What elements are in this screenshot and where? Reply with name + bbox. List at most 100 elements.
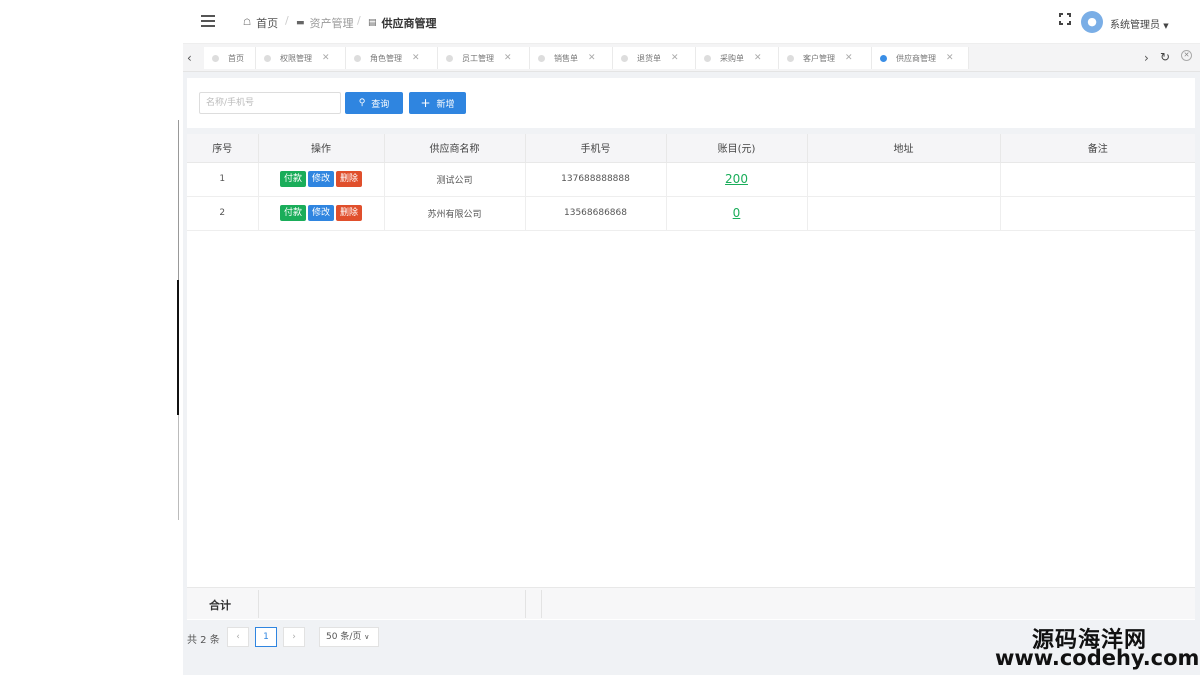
tab-label: 销售单 [554,53,578,63]
column-divider [258,590,259,618]
close-circle-icon[interactable]: ✕ [1181,50,1192,61]
page-size-select[interactable]: 50 条/页 ∨ [319,627,379,647]
breadcrumb-home[interactable]: ☖ 首页 [243,15,278,31]
column-header[interactable]: 序号 [187,134,259,163]
close-icon[interactable]: ✕ [671,53,679,63]
tab-label: 员工管理 [462,53,494,63]
amount-cell: 0 [666,196,808,231]
column-divider [541,590,542,618]
tab-dot [621,54,628,62]
tab-staff[interactable]: 员工管理 ✕ [438,47,530,69]
left-edge-line [177,280,179,415]
add-button[interactable]: + 新增 [409,92,466,114]
address-cell [807,196,1001,231]
supplier-phone: 13568686868 [525,196,667,231]
close-icon[interactable]: ✕ [754,53,762,63]
query-button[interactable]: ⚲ 查询 [345,92,403,114]
remark-cell [1000,196,1195,231]
tab-role[interactable]: 角色管理 ✕ [346,47,438,69]
tab-permission[interactable]: 权限管理 ✕ [256,47,346,69]
refresh-icon[interactable]: ↻ [1160,50,1170,64]
search-input[interactable] [199,92,341,114]
supplier-phone: 137688888888 [525,162,667,197]
tab-dot [880,54,887,62]
delete-button[interactable]: 删除 [336,205,363,221]
home-icon: ☖ [243,18,252,28]
tab-label: 采购单 [720,53,744,63]
breadcrumb-separator: / [285,14,289,27]
page-size-label: 50 条/页 [326,632,362,642]
close-icon[interactable]: ✕ [412,53,420,63]
tab-label: 权限管理 [280,53,312,63]
tabs-bar: ‹ 首页 权限管理 ✕ 角色管理 ✕ 员工管理 ✕ 销售单 ✕ 退货单 ✕ 采购单 ✕ 客户… [183,44,1200,72]
folder-icon: ▬ [296,18,305,28]
chevron-right-icon[interactable]: › [1144,51,1149,65]
column-header[interactable]: 手机号 [525,134,667,163]
user-icon[interactable]: ● [1081,11,1103,33]
table-header-row: 序号 操作 供应商名称 手机号 账目(元) 地址 备注 [187,134,1195,163]
edit-button[interactable]: 修改 [307,205,334,221]
tab-dot [212,54,219,62]
close-icon[interactable]: ✕ [845,53,853,63]
left-edge-line [178,415,179,520]
column-header[interactable]: 供应商名称 [384,134,526,163]
column-header[interactable]: 操作 [258,134,385,163]
close-icon[interactable]: ✕ [588,53,596,63]
table-row: 2 付款 修改 删除 苏州有限公司 13568686868 0 [187,196,1195,231]
tab-customer[interactable]: 客户管理 ✕ [779,47,872,69]
tab-list: 首页 权限管理 ✕ 角色管理 ✕ 员工管理 ✕ 销售单 ✕ 退货单 ✕ 采购单 ✕ 客户管理… [204,47,969,69]
amount-cell: 200 [666,162,808,197]
column-header[interactable]: 备注 [1000,134,1195,163]
tab-supplier[interactable]: 供应商管理 ✕ [872,47,969,69]
pay-button[interactable]: 付款 [279,205,306,221]
close-icon[interactable]: ✕ [322,53,330,63]
tab-label: 客户管理 [803,53,835,63]
close-icon[interactable]: ✕ [946,53,954,63]
tab-label: 首页 [228,53,244,63]
search-icon: ⚲ [358,98,366,108]
fullscreen-icon[interactable] [1059,13,1071,25]
row-index: 1 [187,162,259,197]
breadcrumb-current: ▤ 供应商管理 [368,15,437,31]
chevron-left-icon[interactable]: ‹ [187,51,192,65]
delete-button[interactable]: 删除 [336,171,363,187]
tab-dot [354,54,361,62]
main-content: ⚲ 查询 + 新增 序号 操作 供应商名称 手机号 账目(元) 地址 备注 [183,72,1200,675]
pay-button[interactable]: 付款 [279,171,306,187]
breadcrumb-label: 首页 [256,17,279,30]
list-icon: ▤ [368,18,377,28]
top-header: ☖ 首页 / ▬ 资产管理 / ▤ 供应商管理 ● 系统管理员 ▼ [183,0,1200,44]
edit-button[interactable]: 修改 [307,171,334,187]
next-page-button[interactable]: › [283,627,305,647]
breadcrumb-separator: / [357,14,361,27]
amount-link[interactable]: 200 [725,172,748,186]
summary-row: 合计 [187,587,1195,619]
supplier-name: 测试公司 [384,162,526,197]
tab-returns[interactable]: 退货单 ✕ [613,47,696,69]
sum-label: 合计 [209,599,231,612]
breadcrumb-assets[interactable]: ▬ 资产管理 [296,15,354,31]
tab-purchase[interactable]: 采购单 ✕ [696,47,779,69]
tab-dot [446,54,453,62]
row-actions: 付款 修改 删除 [258,162,385,197]
prev-page-button[interactable]: ‹ [227,627,249,647]
column-header[interactable]: 账目(元) [666,134,808,163]
tab-sales[interactable]: 销售单 ✕ [530,47,613,69]
close-icon[interactable]: ✕ [504,53,512,63]
chevron-down-icon: ∨ [364,633,370,641]
amount-link[interactable]: 0 [733,206,741,220]
breadcrumb-label: 资产管理 [309,17,354,30]
tab-dot [538,54,545,62]
column-header[interactable]: 地址 [807,134,1001,163]
plus-icon: + [420,96,431,110]
left-edge-line [178,120,179,280]
breadcrumb-label: 供应商管理 [381,17,437,30]
tab-home[interactable]: 首页 [204,47,256,69]
tab-dot [787,54,794,62]
query-label: 查询 [371,99,390,110]
tab-dot [704,54,711,62]
page-number[interactable]: 1 [255,627,277,647]
tab-label: 角色管理 [370,53,402,63]
user-menu[interactable]: 系统管理员 ▼ [1110,16,1169,31]
menu-icon[interactable] [201,15,215,27]
